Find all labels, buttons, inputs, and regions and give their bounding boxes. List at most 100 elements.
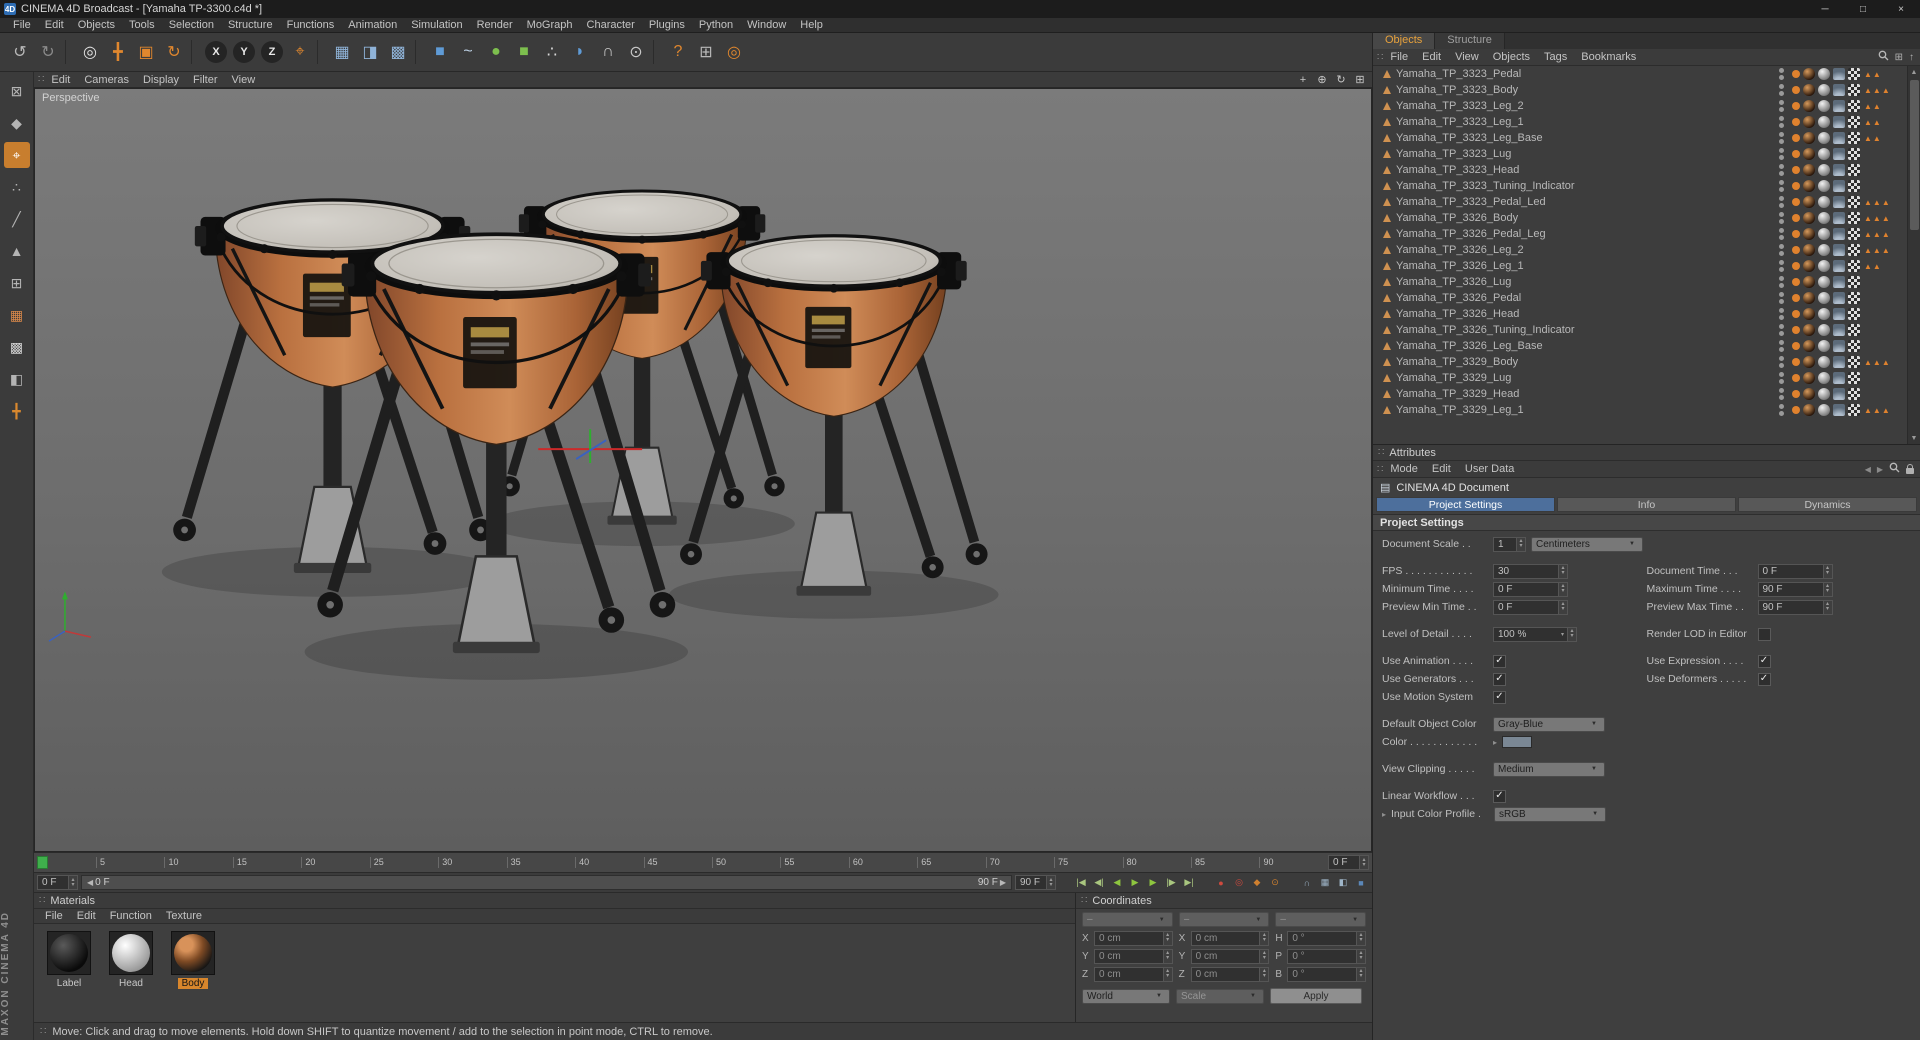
zoom-view-icon[interactable]: ⊕ xyxy=(1314,73,1330,87)
selection-tag-icons[interactable]: ▲▲ xyxy=(1864,118,1906,127)
phong-tag-icon[interactable] xyxy=(1833,116,1845,128)
workplane-icon[interactable]: ⊞ xyxy=(4,270,30,296)
object-tree-row[interactable]: Yamaha_TP_3323_Body ▲▲▲ xyxy=(1373,82,1906,98)
minimize-button[interactable]: ─ xyxy=(1806,0,1844,18)
object-tree-row[interactable]: Yamaha_TP_3326_Lug xyxy=(1373,274,1906,290)
document-time-field[interactable]: 0 F ▴ ▾ xyxy=(1757,563,1833,579)
material-tag-icon[interactable] xyxy=(1803,388,1815,400)
material-name[interactable]: Label xyxy=(53,978,85,989)
material-tag-icon[interactable] xyxy=(1803,228,1815,240)
object-name[interactable]: Yamaha_TP_3323_Pedal xyxy=(1396,68,1521,80)
menubar-item[interactable]: Render xyxy=(470,19,520,31)
scroll-top-icon[interactable]: ↑ xyxy=(1909,52,1914,63)
material-tag-icon[interactable] xyxy=(1803,164,1815,176)
next-frame-button[interactable]: ▶ xyxy=(1145,875,1161,890)
material-tag-icon[interactable] xyxy=(1803,340,1815,352)
lock-icon[interactable] xyxy=(1906,463,1914,474)
texture-tag-icon[interactable] xyxy=(1818,212,1830,224)
visibility-dots[interactable] xyxy=(1776,292,1786,304)
tab-info[interactable]: Info xyxy=(1557,497,1736,512)
object-tree-row[interactable]: Yamaha_TP_3326_Leg_Base xyxy=(1373,338,1906,354)
use-motion-system-checkbox[interactable]: ✓ xyxy=(1493,690,1506,704)
layer-color-icon[interactable] xyxy=(1792,166,1800,174)
phong-tag-icon[interactable] xyxy=(1833,244,1845,256)
color-expand-icon[interactable]: ▸ xyxy=(1493,738,1497,747)
document-scale-unit-select[interactable]: Centimeters ▼ xyxy=(1531,536,1643,552)
visibility-dots[interactable] xyxy=(1776,388,1786,400)
phong-tag-icon[interactable] xyxy=(1833,84,1845,96)
layer-color-icon[interactable] xyxy=(1792,246,1800,254)
object-tree-row[interactable]: Yamaha_TP_3323_Pedal_Led ▲▲▲ xyxy=(1373,194,1906,210)
viewport-menu-item[interactable]: Filter xyxy=(186,74,224,86)
selection-tag-icons[interactable]: ▲▲ xyxy=(1864,262,1906,271)
visibility-dots[interactable] xyxy=(1776,68,1786,80)
texture-tag-icon[interactable] xyxy=(1818,100,1830,112)
texture-tag-icon[interactable] xyxy=(1818,148,1830,160)
phong-tag-icon[interactable] xyxy=(1833,404,1845,416)
menubar-item[interactable]: Tools xyxy=(122,19,162,31)
menubar-item[interactable]: File xyxy=(6,19,38,31)
uvw-tag-icon[interactable] xyxy=(1848,388,1860,400)
material-tag-icon[interactable] xyxy=(1803,180,1815,192)
autokeying-button[interactable]: ◎ xyxy=(1231,875,1247,890)
range-end-field[interactable]: 90 F ▴ ▾ xyxy=(1015,875,1056,890)
previous-key-button[interactable]: ◀| xyxy=(1091,875,1107,890)
previous-frame-button[interactable]: ◀ xyxy=(1109,875,1125,890)
attributes-menu-item[interactable]: Mode xyxy=(1383,463,1425,475)
use-animation-checkbox[interactable]: ✓ xyxy=(1493,654,1506,668)
phong-tag-icon[interactable] xyxy=(1833,132,1845,144)
material-tag-icon[interactable] xyxy=(1803,308,1815,320)
object-name[interactable]: Yamaha_TP_3326_Pedal_Leg xyxy=(1396,228,1546,240)
object-tree-row[interactable]: Yamaha_TP_3329_Lug xyxy=(1373,370,1906,386)
default-object-color-select[interactable]: Gray-Blue ▼ xyxy=(1493,716,1605,732)
current-frame-field[interactable]: 0 F ▴ ▾ xyxy=(1328,855,1369,870)
size-z-field[interactable]: 0 cm ▴ ▾ xyxy=(1190,966,1270,982)
object-name[interactable]: Yamaha_TP_3329_Body xyxy=(1396,356,1518,368)
objects-menu-item[interactable]: Tags xyxy=(1537,51,1574,63)
current-frame-marker[interactable] xyxy=(37,856,48,869)
viewport-menu-item[interactable]: Edit xyxy=(44,74,77,86)
object-tree-row[interactable]: Yamaha_TP_3329_Body ▲▲▲ xyxy=(1373,354,1906,370)
objects-menu-item[interactable]: Bookmarks xyxy=(1574,51,1643,63)
material-item[interactable]: Body xyxy=(168,931,218,989)
object-tree-row[interactable]: Yamaha_TP_3326_Pedal xyxy=(1373,290,1906,306)
attributes-menu-item[interactable]: Edit xyxy=(1425,463,1458,475)
object-tree-row[interactable]: Yamaha_TP_3326_Pedal_Leg ▲▲▲ xyxy=(1373,226,1906,242)
selection-tag-icons[interactable]: ▲▲▲ xyxy=(1864,246,1906,255)
object-name[interactable]: Yamaha_TP_3323_Body xyxy=(1396,84,1518,96)
rotate-view-icon[interactable]: ↻ xyxy=(1333,73,1349,87)
menubar-item[interactable]: Selection xyxy=(162,19,221,31)
preview-range-slider[interactable]: ◀ 0 F 90 F ▶ xyxy=(81,875,1012,890)
phong-tag-icon[interactable] xyxy=(1833,68,1845,80)
phong-tag-icon[interactable] xyxy=(1833,100,1845,112)
uvw-tag-icon[interactable] xyxy=(1848,196,1860,208)
materials-menu-item[interactable]: Function xyxy=(103,910,159,922)
object-name[interactable]: Yamaha_TP_3323_Head xyxy=(1396,164,1519,176)
quantize-button[interactable]: ▦ xyxy=(1317,875,1333,890)
pan-view-icon[interactable]: + xyxy=(1295,73,1311,87)
menubar-item[interactable]: Plugins xyxy=(642,19,692,31)
object-tree-row[interactable]: Yamaha_TP_3326_Body ▲▲▲ xyxy=(1373,210,1906,226)
texture-tag-icon[interactable] xyxy=(1818,388,1830,400)
viewport-menu-item[interactable]: Display xyxy=(136,74,186,86)
snap-toggle-button[interactable]: ∩ xyxy=(1299,875,1315,890)
texture-tag-icon[interactable] xyxy=(1818,372,1830,384)
menubar-item[interactable]: Simulation xyxy=(404,19,469,31)
uvw-tag-icon[interactable] xyxy=(1848,132,1860,144)
selection-tag-icons[interactable]: ▲▲ xyxy=(1864,134,1906,143)
object-name[interactable]: Yamaha_TP_3326_Head xyxy=(1396,308,1519,320)
layer-color-icon[interactable] xyxy=(1792,150,1800,158)
phong-tag-icon[interactable] xyxy=(1833,292,1845,304)
material-name[interactable]: Body xyxy=(177,978,209,989)
uvw-tag-icon[interactable] xyxy=(1848,244,1860,256)
preview-max-time-field[interactable]: 90 F ▴ ▾ xyxy=(1757,599,1833,615)
object-name[interactable]: Yamaha_TP_3326_Lug xyxy=(1396,276,1511,288)
live-selection-icon[interactable]: ◎ xyxy=(76,38,104,66)
menubar-item[interactable]: Animation xyxy=(341,19,404,31)
object-name[interactable]: Yamaha_TP_3323_Leg_2 xyxy=(1396,100,1524,112)
layer-color-icon[interactable] xyxy=(1792,134,1800,142)
position-z-field[interactable]: 0 cm ▴ ▾ xyxy=(1094,966,1173,982)
materials-menu-item[interactable]: Edit xyxy=(70,910,103,922)
selection-tag-icons[interactable]: ▲▲ xyxy=(1864,70,1906,79)
render-region-icon[interactable]: ◨ xyxy=(356,38,384,66)
